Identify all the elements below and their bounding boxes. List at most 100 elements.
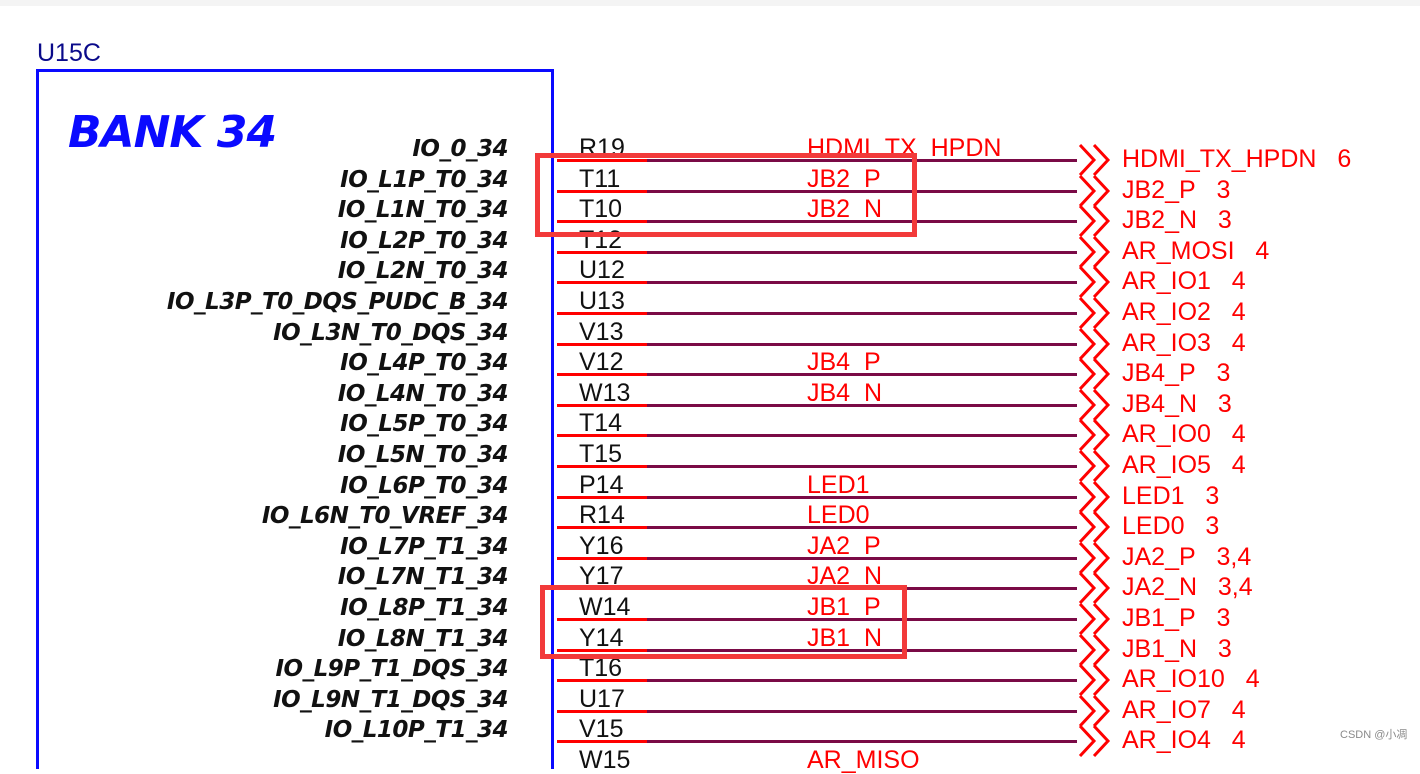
off-page-connector-icon <box>1078 235 1111 268</box>
page-reference: 3,4 <box>1216 542 1252 571</box>
off-page-connector-icon <box>1078 694 1111 727</box>
pin-name: IO_0_34 <box>412 136 508 162</box>
net-wire <box>647 709 1077 713</box>
pin-name: IO_L9N_T1_DQS_34 <box>273 686 508 713</box>
off-page-connector-icon <box>1078 725 1111 758</box>
watermark: CSDN @小凋 <box>1340 729 1408 741</box>
pin-name: IO_L7P_T1_34 <box>340 533 508 560</box>
pin-stub <box>557 281 647 285</box>
port-label: JB4_P 3 <box>1122 359 1230 387</box>
net-label: AR_MISO <box>807 746 920 774</box>
net-wire <box>647 403 1077 407</box>
page-reference: 4 <box>1231 420 1246 449</box>
port-name: AR_IO4 <box>1122 726 1211 755</box>
page-reference: 3,4 <box>1217 573 1253 602</box>
page-reference: 4 <box>1231 451 1246 479</box>
port-name: JA2_P <box>1122 542 1196 571</box>
port-label: LED0 3 <box>1122 512 1219 540</box>
pin-number: W13 <box>579 378 631 407</box>
off-page-connector-icon <box>1078 266 1111 299</box>
pin-name: IO_L8P_T1_34 <box>340 595 508 621</box>
port-name: HDMI_TX_HPDN <box>1122 145 1317 173</box>
pin-stub <box>557 342 647 346</box>
port-name: AR_IO10 <box>1122 665 1225 694</box>
port-name: JA2_N <box>1122 573 1198 602</box>
pin-stub <box>557 526 647 530</box>
port-label: JA2_P 3,4 <box>1122 543 1251 571</box>
net-wire <box>647 740 1077 744</box>
off-page-connector-icon <box>1078 450 1111 482</box>
page-reference: 4 <box>1231 726 1246 755</box>
pin-name: IO_L5P_T0_34 <box>340 411 508 438</box>
port-label: AR_MOSI 4 <box>1122 237 1269 265</box>
off-page-connector-icon <box>1078 388 1111 421</box>
pin-stub <box>557 709 647 713</box>
pin-stub <box>557 740 647 744</box>
net-wire <box>647 250 1077 254</box>
page-reference: 3 <box>1216 604 1231 632</box>
pin-name: IO_L10P_T1_34 <box>324 717 509 744</box>
net-wire <box>647 373 1077 377</box>
port-name: LED0 <box>1122 512 1185 541</box>
port-name: AR_MOSI <box>1122 236 1235 265</box>
port-name: AR_IO1 <box>1122 267 1211 296</box>
net-wire <box>647 679 1077 683</box>
pin-number: Y16 <box>579 531 624 560</box>
port-label: AR_IO10 4 <box>1122 665 1260 693</box>
pin-name: IO_L4N_T0_34 <box>337 380 509 407</box>
net-wire <box>647 434 1077 438</box>
port-label: AR_IO4 4 <box>1122 726 1246 754</box>
pin-number: P14 <box>579 470 624 499</box>
off-page-connector-icon <box>1078 144 1111 176</box>
pin-name: IO_L4P_T0_34 <box>340 350 508 377</box>
port-name: JB1_P <box>1122 604 1196 632</box>
port-label: JB4_N 3 <box>1122 390 1232 418</box>
off-page-connector-icon <box>1078 297 1111 329</box>
net-wire <box>647 312 1077 315</box>
port-name: JB2_P <box>1122 175 1196 204</box>
pin-name: IO_L6P_T0_34 <box>340 472 508 499</box>
pin-name: IO_L3P_T0_DQS_PUDC_B_34 <box>166 289 509 315</box>
off-page-connector-icon <box>1078 664 1111 697</box>
port-label: AR_IO7 4 <box>1122 696 1246 724</box>
pin-stub <box>557 679 647 683</box>
pin-stub <box>557 465 647 468</box>
page-reference: 3 <box>1216 359 1231 388</box>
off-page-connector-icon <box>1078 633 1111 666</box>
port-label: JA2_N 3,4 <box>1122 573 1253 601</box>
net-label: JA2_P <box>807 531 881 560</box>
pin-number: U17 <box>579 684 625 713</box>
highlight-box-jb1 <box>540 585 907 659</box>
page-reference: 3 <box>1205 481 1220 510</box>
port-name: AR_IO5 <box>1122 451 1211 479</box>
port-name: AR_IO0 <box>1122 420 1211 449</box>
port-name: AR_IO7 <box>1122 695 1211 724</box>
port-name: AR_IO3 <box>1122 328 1211 357</box>
port-label: HDMI_TX_HPDN 6 <box>1122 145 1351 173</box>
pin-number: V15 <box>579 715 624 744</box>
page-reference: 3 <box>1217 389 1232 418</box>
port-name: JB4_P <box>1122 359 1196 388</box>
off-page-connector-icon <box>1078 174 1111 207</box>
pin-number: T14 <box>579 409 623 438</box>
off-page-connector-icon <box>1078 572 1111 605</box>
net-wire <box>647 342 1077 346</box>
port-name: AR_IO2 <box>1122 298 1211 326</box>
port-label: JB1_N 3 <box>1122 635 1232 663</box>
off-page-connector-icon <box>1078 603 1111 635</box>
pin-number: T15 <box>579 440 623 468</box>
port-name: JB4_N <box>1122 389 1198 418</box>
